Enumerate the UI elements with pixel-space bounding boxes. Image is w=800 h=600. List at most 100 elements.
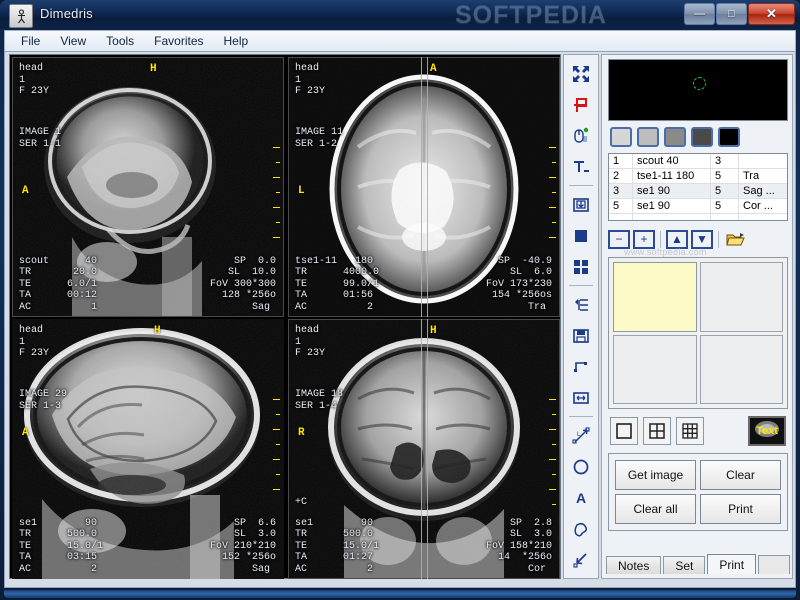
client-area: head 1 F 23Y IMAGE 1 SER 1-1 H A scout 4…: [4, 52, 796, 588]
viewport-3-series-label: SER 1-3: [19, 401, 62, 412]
freehand-roi-icon[interactable]: [565, 514, 597, 543]
get-image-button[interactable]: Get image: [615, 460, 696, 490]
fit-to-window-icon[interactable]: [565, 59, 597, 88]
viewport-1-marker-top: H: [150, 63, 157, 75]
menu-favorites[interactable]: Favorites: [144, 31, 213, 51]
preview-cell-2[interactable]: [699, 262, 783, 332]
clear-button[interactable]: Clear: [700, 460, 781, 490]
viewport-3-params-right: SP 6.6 SL 3.0 FoV 210*210 152 *256o Sag: [209, 517, 276, 575]
maximize-button[interactable]: □: [716, 3, 747, 25]
viewport-3[interactable]: head 1 F 23Y IMAGE 29 SER 1-3 H A se1 90…: [12, 319, 284, 579]
image-viewport-grid: head 1 F 23Y IMAGE 1 SER 1-1 H A scout 4…: [9, 54, 561, 579]
zoom-in-button[interactable]: +: [633, 229, 655, 249]
viewport-1-series-label: SER 1-1: [19, 139, 62, 150]
viewport-1[interactable]: head 1 F 23Y IMAGE 1 SER 1-1 H A scout 4…: [12, 57, 284, 317]
viewport-2-header: head 1 F 23Y: [295, 63, 326, 97]
viewport-3-marker-top: H: [154, 325, 161, 337]
zoom-out-button[interactable]: −: [608, 229, 630, 249]
table-row[interactable]: 5 se1 90 5 Cor ...: [609, 199, 787, 214]
print-button[interactable]: Print: [700, 494, 781, 524]
viewport-1-marker-left: A: [22, 185, 29, 197]
tab-print[interactable]: Print: [707, 554, 757, 574]
arrow-pointer-icon[interactable]: [565, 545, 597, 574]
menu-tools[interactable]: Tools: [96, 31, 144, 51]
layout-3x3-button[interactable]: [676, 417, 704, 445]
flag-marker-icon[interactable]: [565, 90, 597, 119]
series-count: 5: [711, 199, 739, 213]
panel-tabs: Notes Set Print: [606, 554, 790, 574]
viewport-1-image-label: IMAGE 1: [19, 127, 62, 138]
clear-all-button[interactable]: Clear all: [615, 494, 696, 524]
right-panel: 1 scout 40 3 2 tse1-11 180 5 Tra 3 se1 9…: [601, 54, 793, 579]
swatch-4[interactable]: [691, 127, 713, 147]
import-image-icon[interactable]: [565, 190, 597, 219]
distance-measure-icon[interactable]: L: [565, 421, 597, 450]
swatch-5[interactable]: [718, 127, 740, 147]
annotate-text-icon[interactable]: A: [565, 483, 597, 512]
preview-cell-3[interactable]: [613, 334, 697, 404]
site-watermark: www.softpedia.com: [624, 247, 707, 257]
previous-image-button[interactable]: ▲: [666, 229, 688, 249]
viewport-1-params-left: scout 40 TR 20.0 TE 6.0/1 TA 00:12 AC 1: [19, 255, 98, 313]
angle-measure-icon[interactable]: [565, 352, 597, 381]
table-row[interactable]: 3 se1 90 5 Sag ...: [609, 184, 787, 199]
toolbar-divider-2: [569, 285, 593, 286]
minimize-button[interactable]: —: [684, 3, 715, 25]
layout-1x1-button[interactable]: [610, 417, 638, 445]
swatch-1[interactable]: [610, 127, 632, 147]
table-row[interactable]: 1 scout 40 3: [609, 154, 787, 169]
viewport-2-params-right: SP -40.9 SL 6.0 FoV 173*230 154 *256os T…: [485, 255, 552, 313]
table-row-empty: [609, 214, 787, 220]
text-underline-icon[interactable]: [565, 152, 597, 181]
title-bar: SOFTPEDIA Dimedris — □ ✕: [0, 0, 800, 30]
next-image-button[interactable]: ▼: [691, 229, 713, 249]
preview-cell-4[interactable]: [699, 334, 783, 404]
menu-file[interactable]: File: [11, 31, 50, 51]
viewport-2-series-label: SER 1-2: [295, 139, 338, 150]
application-window: SOFTPEDIA Dimedris — □ ✕ File View Tools…: [0, 0, 800, 600]
folder-open-icon[interactable]: [724, 229, 748, 249]
width-measure-icon[interactable]: [565, 383, 597, 412]
viewport-4-crosshair-a: [421, 319, 422, 579]
close-button[interactable]: ✕: [748, 3, 795, 25]
toolbar-divider-3: [569, 416, 593, 417]
grid-view-icon[interactable]: [565, 252, 597, 281]
viewport-3-header: head 1 F 23Y: [19, 325, 50, 359]
viewport-3-image-label: IMAGE 29: [19, 389, 68, 400]
fill-square-icon[interactable]: [565, 221, 597, 250]
series-count: 5: [711, 184, 739, 198]
viewport-4-params-right: SP 2.8 SL 3.0 FoV 158*210 14 *256o Cor: [485, 517, 552, 575]
indent-icon[interactable]: [565, 290, 597, 319]
menu-help[interactable]: Help: [214, 31, 259, 51]
layout-preview[interactable]: [608, 257, 788, 409]
status-bar: [4, 590, 796, 598]
tab-notes[interactable]: Notes: [606, 556, 662, 574]
position-map[interactable]: [608, 59, 788, 121]
viewport-4[interactable]: head 1 F 23Y IMAGE 18 SER 1-4 +C H R se1…: [288, 319, 560, 579]
toolbar-divider-1: [569, 185, 593, 186]
preview-cell-1[interactable]: [613, 262, 697, 332]
series-name: tse1-11 180: [633, 169, 711, 183]
series-count: 3: [711, 154, 739, 168]
viewport-1-header: head 1 F 23Y: [19, 63, 50, 97]
ellipse-roi-icon[interactable]: [565, 452, 597, 481]
layout-2x2-button[interactable]: [643, 417, 671, 445]
menu-bar: File View Tools Favorites Help: [4, 30, 796, 52]
viewport-3-params-left: se1 90 TR 500.0 TE 15.0/1 TA 03:15 AC 2: [19, 517, 104, 575]
series-table[interactable]: 1 scout 40 3 2 tse1-11 180 5 Tra 3 se1 9…: [608, 153, 788, 221]
table-row[interactable]: 2 tse1-11 180 5 Tra: [609, 169, 787, 184]
viewport-2[interactable]: head 1 F 23Y IMAGE 11 SER 1-2 A L tse1-1…: [288, 57, 560, 317]
menu-view[interactable]: View: [50, 31, 96, 51]
swatch-2[interactable]: [637, 127, 659, 147]
series-num: 2: [609, 169, 633, 183]
viewport-1-params-right: SP 0.0 SL 10.0 FoV 300*300 128 *256o Sag: [209, 255, 276, 313]
viewport-4-ruler: [549, 399, 556, 505]
save-icon[interactable]: [565, 321, 597, 350]
viewport-3-marker-left: A: [22, 427, 29, 439]
tab-set[interactable]: Set: [663, 556, 706, 574]
mouse-tool-icon[interactable]: [565, 121, 597, 150]
viewport-4-series-label: SER 1-4: [295, 401, 338, 412]
swatch-3[interactable]: [664, 127, 686, 147]
viewport-4-header: head 1 F 23Y: [295, 325, 326, 359]
text-overlay-button[interactable]: Text: [748, 416, 786, 446]
